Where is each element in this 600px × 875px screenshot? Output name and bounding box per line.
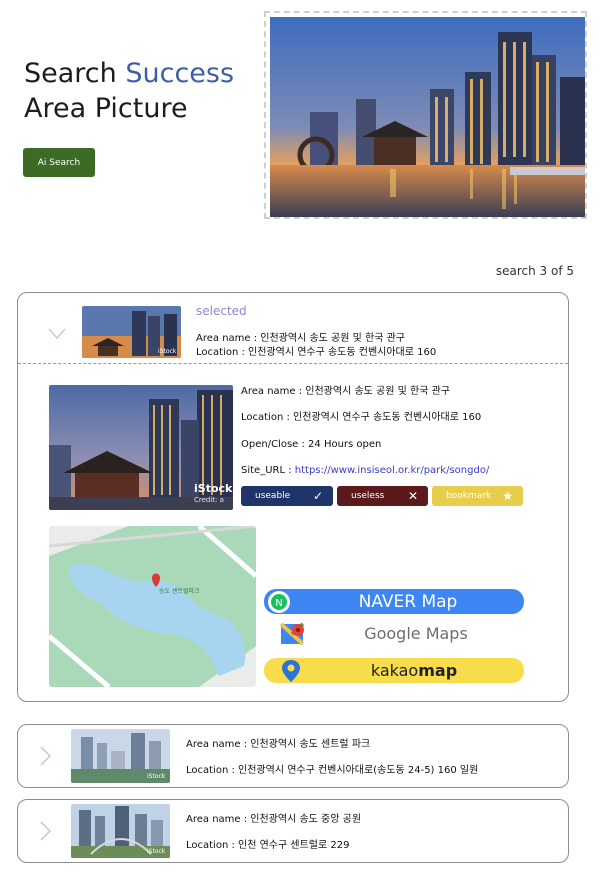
check-icon: ✓ (312, 489, 323, 503)
useable-label: useable (255, 491, 291, 501)
kakao-map-button[interactable]: kakaomap (264, 658, 524, 683)
useable-button[interactable]: useable ✓ (241, 486, 333, 506)
ai-search-button[interactable]: Ai Search (23, 148, 95, 177)
search-count: search 3 of 5 (495, 264, 574, 278)
hero-title-search: Search (24, 58, 117, 89)
bookmark-button[interactable]: bookmark ★ (432, 486, 523, 506)
map-place-label: 송도 센트럴파크 (159, 588, 200, 595)
chevron-right-icon[interactable] (40, 821, 52, 845)
result-location: Location : 인천 연수구 센트럴로 229 (186, 840, 350, 851)
chevron-down-icon[interactable] (48, 321, 66, 346)
bookmark-label: bookmark (446, 491, 492, 501)
svg-text:N: N (275, 598, 282, 609)
summary-area-name: Area name : 인천광역시 송도 공원 및 한국 관구 (196, 333, 405, 344)
detail-location: Location : 인천광역시 연수구 송도동 컨벤시아대로 160 (241, 412, 482, 423)
selected-label: selected (196, 304, 247, 318)
thumb-watermark: iStock (147, 773, 166, 780)
hero-image (264, 11, 587, 219)
detail-open-close: Open/Close : 24 Hours open (241, 439, 382, 450)
useless-label: useless (351, 491, 385, 501)
thumb-watermark: iStock (158, 348, 177, 355)
kakao-map-label: kakaomap (304, 661, 524, 680)
google-maps-label: Google Maps (364, 624, 468, 643)
chevron-right-icon[interactable] (40, 746, 52, 770)
photo-watermark: iStock (194, 482, 233, 495)
naver-map-button[interactable]: N NAVER Map (264, 589, 524, 614)
useless-button[interactable]: useless ✕ (337, 486, 428, 506)
naver-map-label: NAVER Map (358, 591, 458, 612)
google-maps-icon (279, 622, 305, 645)
google-maps-button[interactable]: Google Maps (264, 621, 524, 646)
summary-location: Location : 인천광역시 연수구 송도동 컨벤시아대로 160 (196, 347, 437, 358)
detail-photo: iStock Credit: a (49, 385, 233, 510)
card-divider (18, 363, 568, 364)
hero-photo (270, 17, 585, 217)
result-location: Location : 인천광역시 연수구 컨벤시아대로(송도동 24-5) 16… (186, 765, 479, 776)
selected-thumbnail: iStock (82, 306, 181, 358)
result-card[interactable]: iStock Area name : 인천광역시 송도 중앙 공원 Locati… (17, 799, 569, 863)
kakao-map-label-regular: kakao (370, 661, 419, 680)
site-url-label: Site_URL : (241, 465, 295, 476)
photo-credit: Credit: a (194, 496, 224, 504)
result-area-name: Area name : 인천광역시 송도 센트럴 파크 (186, 739, 371, 750)
detail-site-url: Site_URL : https://www.insiseol.or.kr/pa… (241, 464, 489, 478)
location-map[interactable]: 송도 센트럴파크 (49, 526, 256, 687)
hero-title: Search Success Area Picture (24, 56, 234, 126)
action-buttons: useable ✓ useless ✕ bookmark ★ (241, 486, 523, 506)
detail-area-name: Area name : 인천광역시 송도 공원 및 한국 관구 (241, 386, 450, 397)
kakao-map-icon (282, 659, 300, 682)
result-card[interactable]: iStock Area name : 인천광역시 송도 센트럴 파크 Locat… (17, 724, 569, 788)
result-thumbnail: iStock (71, 729, 170, 783)
kakao-map-label-bold: map (418, 661, 458, 680)
site-url-link[interactable]: https://www.insiseol.or.kr/park/songdo/ (295, 465, 490, 476)
close-icon: ✕ (407, 489, 418, 503)
star-icon: ★ (502, 489, 513, 503)
result-thumbnail: iStock (71, 804, 170, 858)
result-area-name: Area name : 인천광역시 송도 중앙 공원 (186, 814, 362, 825)
hero-title-subtitle: Area Picture (24, 93, 188, 124)
selected-result-card[interactable]: iStock selected Area name : 인천광역시 송도 공원 … (17, 292, 569, 702)
hero-title-success: Success (125, 58, 235, 89)
naver-map-icon: N (268, 590, 290, 613)
thumb-watermark: iStock (147, 848, 166, 855)
